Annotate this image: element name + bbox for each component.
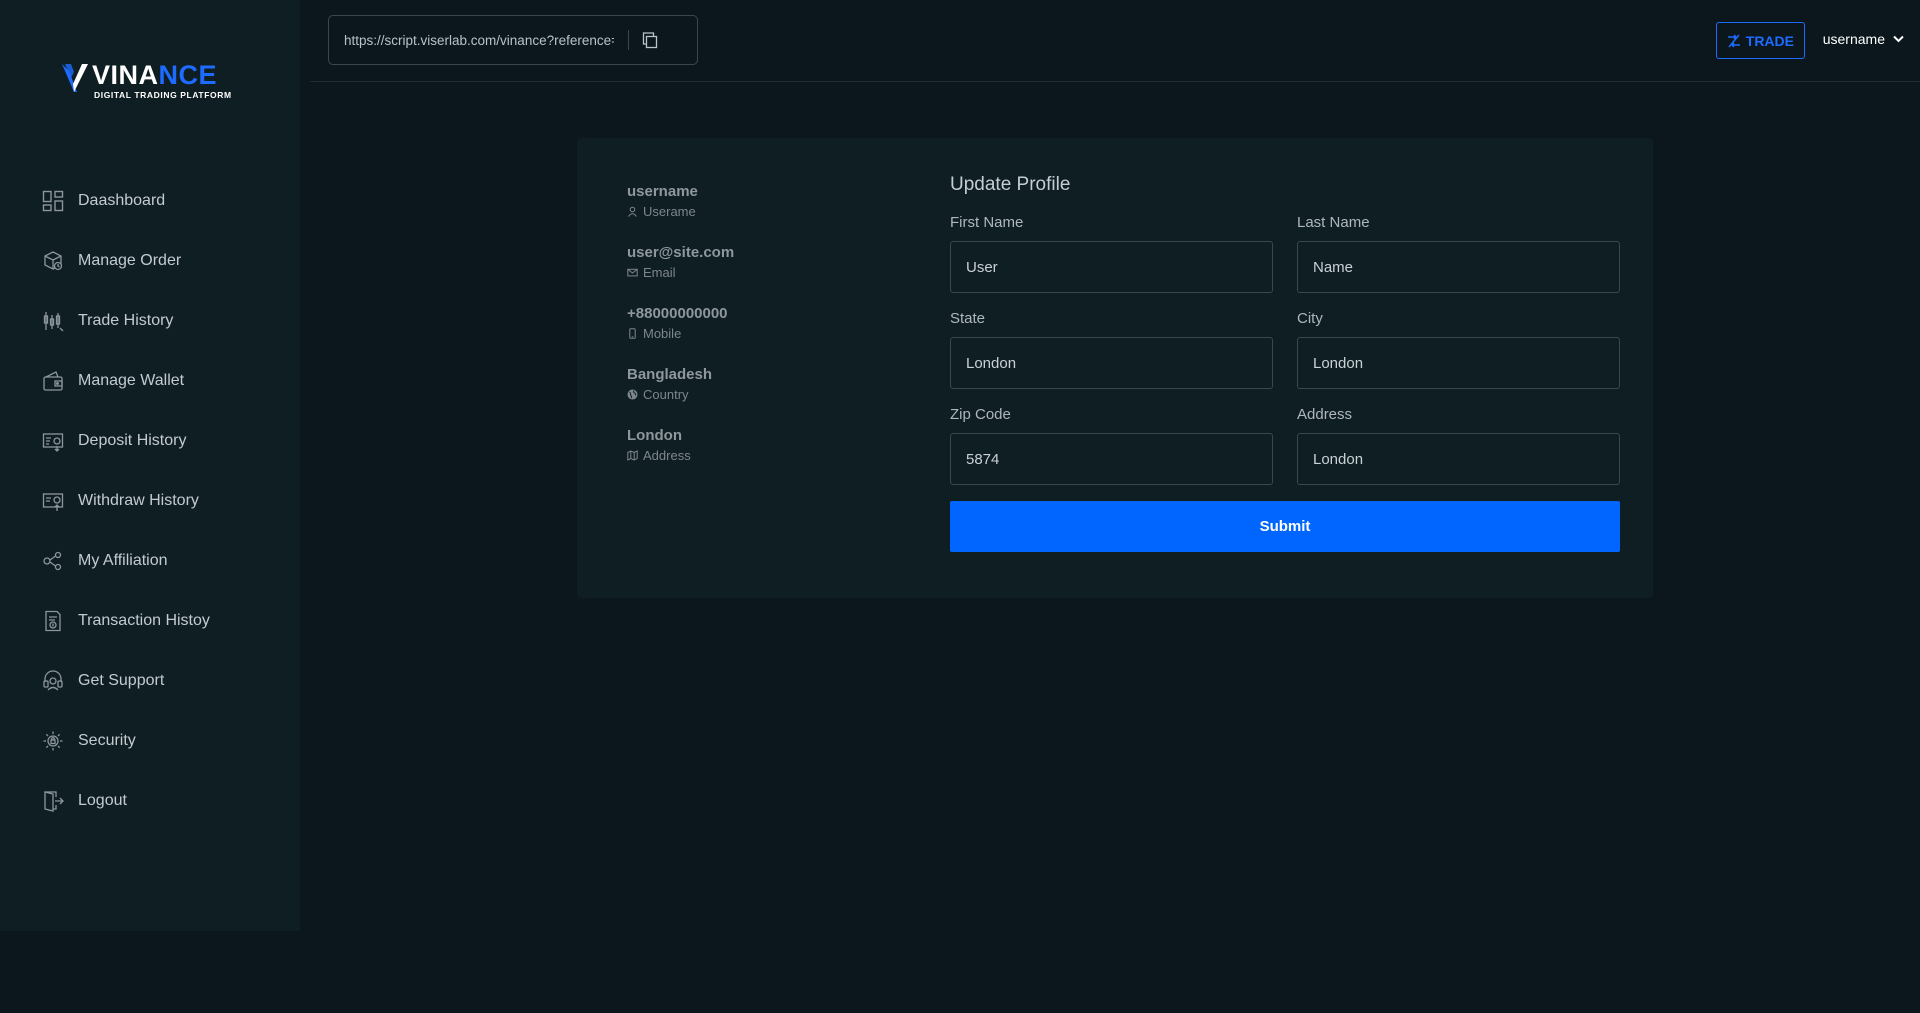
sidebar-item-manage-order[interactable]: Manage Order bbox=[0, 231, 300, 291]
update-profile-form: Update Profile First Name Last Name Stat… bbox=[950, 174, 1620, 552]
profile-username-value: username bbox=[627, 183, 698, 200]
address-input[interactable] bbox=[1297, 433, 1620, 485]
topbar: TRADE username bbox=[310, 0, 1920, 82]
zip-code-label: Zip Code bbox=[950, 406, 1011, 423]
envelope-icon bbox=[627, 268, 638, 277]
referral-link-input[interactable] bbox=[344, 32, 614, 48]
address-field: Address bbox=[1297, 406, 1620, 502]
form-title: Update Profile bbox=[950, 174, 1071, 195]
sidebar-item-label: Logout bbox=[78, 792, 127, 809]
security-icon bbox=[42, 730, 64, 752]
sidebar-item-label: My Affiliation bbox=[78, 552, 168, 569]
sidebar-nav: Daashboard Manage Order Trade History Ma… bbox=[0, 171, 300, 831]
brand-logo[interactable]: VINANCE DIGITAL TRADING PLATFORM bbox=[62, 60, 237, 104]
last-name-label: Last Name bbox=[1297, 214, 1370, 231]
divider bbox=[628, 30, 629, 50]
support-icon bbox=[42, 670, 64, 692]
sidebar-item-security[interactable]: Security bbox=[0, 711, 300, 771]
profile-address-value: London bbox=[627, 427, 682, 444]
profile-email-label: Email bbox=[643, 265, 676, 280]
sidebar: VINANCE DIGITAL TRADING PLATFORM Daashbo… bbox=[0, 0, 300, 931]
user-icon bbox=[628, 206, 637, 217]
dashboard-icon bbox=[42, 190, 64, 212]
profile-card: username Userame user@site.com Email +88… bbox=[577, 138, 1653, 598]
brand-tagline: DIGITAL TRADING PLATFORM bbox=[94, 90, 232, 100]
candlestick-icon bbox=[42, 310, 64, 332]
sidebar-item-withdraw-history[interactable]: Withdraw History bbox=[0, 471, 300, 531]
sidebar-item-deposit-history[interactable]: Deposit History bbox=[0, 411, 300, 471]
state-label: State bbox=[950, 310, 986, 327]
profile-country-label: Country bbox=[643, 387, 689, 402]
copy-icon[interactable] bbox=[641, 31, 659, 49]
profile-mobile-value: +88000000000 bbox=[627, 305, 728, 322]
sidebar-item-my-affiliation[interactable]: My Affiliation bbox=[0, 531, 300, 591]
profile-summary: username Userame user@site.com Email +88… bbox=[627, 183, 887, 488]
sidebar-item-get-support[interactable]: Get Support bbox=[0, 651, 300, 711]
sidebar-item-label: Deposit History bbox=[78, 432, 187, 449]
trade-button-label: TRADE bbox=[1745, 32, 1794, 49]
sidebar-item-label: Get Support bbox=[78, 672, 165, 689]
user-dropdown[interactable]: username bbox=[1823, 31, 1904, 47]
sidebar-item-dashboard[interactable]: Daashboard bbox=[0, 171, 300, 231]
sidebar-item-label: Transaction Histoy bbox=[78, 612, 210, 629]
sidebar-item-label: Daashboard bbox=[78, 192, 166, 209]
profile-mobile-label: Mobile bbox=[643, 326, 682, 341]
deposit-icon bbox=[42, 430, 64, 452]
first-name-label: First Name bbox=[950, 214, 1024, 231]
sidebar-item-trade-history[interactable]: Trade History bbox=[0, 291, 300, 351]
profile-address: London Address bbox=[627, 427, 887, 488]
username-label: username bbox=[1822, 31, 1885, 47]
first-name-field: First Name bbox=[950, 214, 1273, 310]
map-icon bbox=[627, 450, 638, 461]
submit-button[interactable]: Submit bbox=[950, 501, 1620, 552]
globe-icon bbox=[627, 389, 638, 400]
withdraw-icon bbox=[42, 490, 64, 512]
referral-link-box bbox=[328, 15, 698, 65]
box-icon bbox=[42, 250, 64, 272]
sidebar-item-transaction-history[interactable]: Transaction Histoy bbox=[0, 591, 300, 651]
profile-email: user@site.com Email bbox=[627, 244, 887, 305]
sidebar-item-label: Manage Wallet bbox=[78, 372, 185, 389]
state-input[interactable] bbox=[950, 337, 1273, 389]
address-label: Address bbox=[1297, 406, 1353, 423]
state-field: State bbox=[950, 310, 1273, 406]
profile-country: Bangladesh Country bbox=[627, 366, 887, 427]
phone-icon bbox=[629, 328, 636, 339]
first-name-input[interactable] bbox=[950, 241, 1273, 293]
sidebar-item-label: Manage Order bbox=[78, 252, 182, 269]
logout-icon bbox=[42, 790, 64, 812]
form-grid: First Name Last Name State City Zip Code… bbox=[950, 214, 1620, 502]
sidebar-item-label: Withdraw History bbox=[78, 492, 199, 509]
zip-code-field: Zip Code bbox=[950, 406, 1273, 502]
sidebar-item-label: Trade History bbox=[78, 312, 174, 329]
last-name-input[interactable] bbox=[1297, 241, 1620, 293]
city-field: City bbox=[1297, 310, 1620, 406]
city-input[interactable] bbox=[1297, 337, 1620, 389]
zip-code-input[interactable] bbox=[950, 433, 1273, 485]
logo-mark-icon bbox=[62, 64, 88, 92]
profile-email-value: user@site.com bbox=[627, 244, 735, 261]
profile-username-label: Userame bbox=[643, 204, 696, 219]
sidebar-item-manage-wallet[interactable]: Manage Wallet bbox=[0, 351, 300, 411]
profile-country-value: Bangladesh bbox=[627, 366, 713, 383]
profile-mobile: +88000000000 Mobile bbox=[627, 305, 887, 366]
trade-icon bbox=[1727, 34, 1740, 47]
city-label: City bbox=[1297, 310, 1323, 327]
affiliation-icon bbox=[42, 550, 64, 572]
sidebar-item-label: Security bbox=[78, 732, 136, 749]
wallet-icon bbox=[42, 370, 64, 392]
trade-button[interactable]: TRADE bbox=[1715, 22, 1805, 59]
chevron-down-icon bbox=[1893, 35, 1904, 43]
transaction-icon bbox=[42, 610, 64, 632]
last-name-field: Last Name bbox=[1297, 214, 1620, 310]
brand-name: VINANCE bbox=[92, 60, 218, 90]
sidebar-item-logout[interactable]: Logout bbox=[0, 771, 300, 831]
profile-username: username Userame bbox=[627, 183, 887, 244]
profile-address-label: Address bbox=[643, 448, 691, 463]
